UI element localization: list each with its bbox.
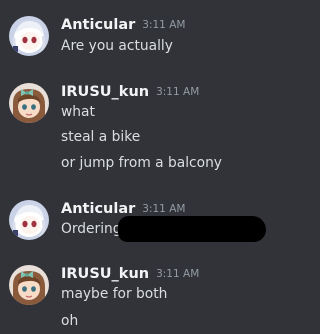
message-text: steal a bike: [61, 129, 141, 145]
message-header: Anticular 3:11 AM: [61, 198, 185, 218]
username[interactable]: Anticular: [61, 201, 135, 217]
message-header: IRUSU_kun 3:11 AM: [61, 263, 199, 283]
redaction-scribble: [118, 216, 266, 242]
message-header: Anticular 3:11 AM: [61, 14, 185, 34]
chat-messages: Anticular 3:11 AM Are you actually IRUSU_…: [0, 0, 302, 334]
anime-avatar-white-hair-icon[interactable]: [9, 16, 49, 56]
message-text: or jump from a balcony: [61, 155, 222, 171]
anime-avatar-white-hair-icon[interactable]: [9, 200, 49, 240]
message-text: Ordering: [61, 221, 122, 237]
username[interactable]: Anticular: [61, 17, 135, 33]
message-text: maybe for both: [61, 286, 168, 302]
username[interactable]: IRUSU_kun: [61, 266, 149, 282]
username[interactable]: IRUSU_kun: [61, 84, 149, 100]
message-text: oh: [61, 313, 79, 329]
message-text: Are you actually: [61, 38, 173, 54]
anime-avatar-brown-hair-bow-icon[interactable]: [9, 83, 49, 123]
message-text: what: [61, 104, 95, 120]
message-header: IRUSU_kun 3:11 AM: [61, 81, 199, 101]
timestamp[interactable]: 3:11 AM: [142, 19, 185, 31]
timestamp[interactable]: 3:11 AM: [156, 86, 199, 98]
anime-avatar-brown-hair-bow-icon[interactable]: [9, 265, 49, 305]
timestamp[interactable]: 3:11 AM: [156, 268, 199, 280]
timestamp[interactable]: 3:11 AM: [142, 203, 185, 215]
